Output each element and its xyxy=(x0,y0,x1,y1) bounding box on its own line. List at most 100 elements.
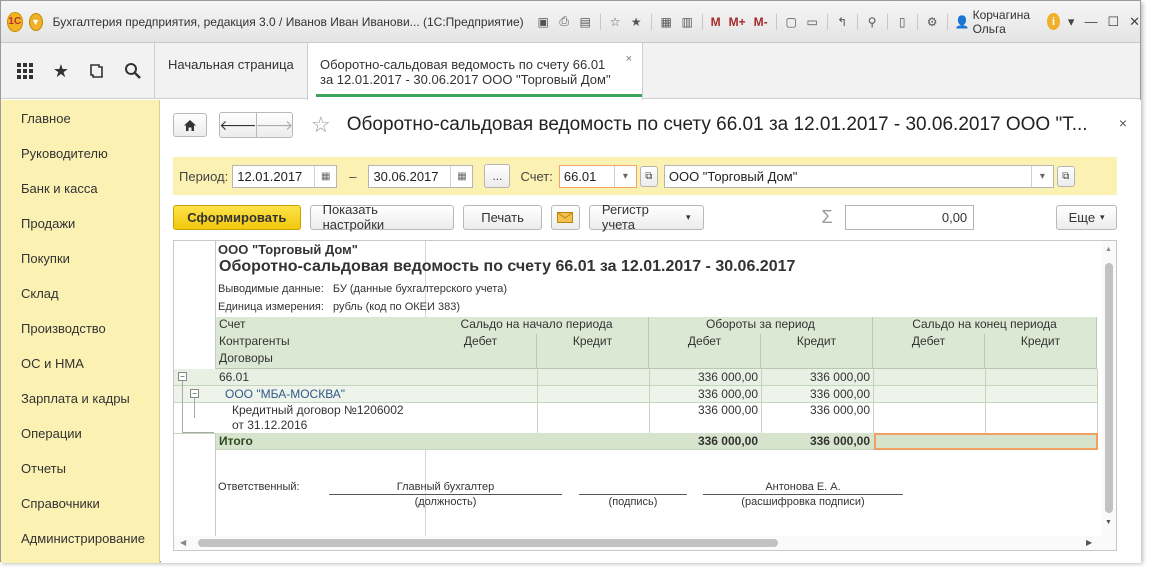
nav-item-warehouse[interactable]: Склад xyxy=(1,276,159,311)
nav-item-salary[interactable]: Зарплата и кадры xyxy=(1,381,159,416)
forward-arrow-icon[interactable]: 🡒 xyxy=(256,113,292,137)
memory-minus-button[interactable]: M- xyxy=(751,12,771,31)
calendar-icon[interactable]: ▥ xyxy=(678,12,697,31)
table-row[interactable] xyxy=(174,369,1097,386)
main-menu-icon[interactable]: ▼ xyxy=(28,12,43,31)
calendar-icon[interactable]: ▦ xyxy=(314,165,336,187)
dropdown-icon[interactable]: ▾ xyxy=(1068,14,1075,30)
new-window-icon[interactable]: ▢ xyxy=(782,12,801,31)
total-turn-credit: 336 000,00 xyxy=(809,434,870,448)
search-icon[interactable] xyxy=(123,61,143,81)
home-button[interactable] xyxy=(173,113,207,137)
calculator-icon[interactable]: ▦ xyxy=(657,12,676,31)
account-field[interactable]: 66.01 ▾ xyxy=(558,164,637,188)
report-org: ООО "Торговый Дом" xyxy=(218,242,358,257)
sections-grid-icon[interactable] xyxy=(15,61,35,81)
selected-cell[interactable] xyxy=(874,433,1098,450)
collapse-toggle-icon[interactable]: − xyxy=(178,372,187,381)
period-to-field[interactable]: 30.06.2017 ▦ xyxy=(368,164,474,188)
total-turn-debit: 336 000,00 xyxy=(697,434,758,448)
dropdown-icon[interactable]: ▾ xyxy=(613,165,636,187)
back-arrow-icon[interactable]: ↰ xyxy=(833,12,852,31)
nav-item-administration[interactable]: Администрирование xyxy=(1,521,159,556)
nav-item-sales[interactable]: Продажи xyxy=(1,206,159,241)
vertical-scrollbar[interactable]: ▲ ▼ xyxy=(1102,241,1116,550)
favorites-add-icon[interactable]: ☆ xyxy=(606,12,625,31)
report-spreadsheet[interactable]: ООО "Торговый Дом" Оборотно-сальдовая ве… xyxy=(173,240,1117,551)
scroll-left-icon[interactable]: ◀ xyxy=(180,538,186,547)
current-user[interactable]: 👤 Корчагина Ольга xyxy=(955,8,1039,36)
memory-m-button[interactable]: M xyxy=(708,12,724,31)
nav-item-management[interactable]: Руководителю xyxy=(1,136,159,171)
back-arrow-icon[interactable]: 🡐 xyxy=(220,113,257,137)
preview-icon[interactable]: ▤ xyxy=(576,12,595,31)
print-button[interactable]: Печать xyxy=(463,204,542,230)
person-value: Антонова Е. А. xyxy=(765,481,841,493)
dropdown-icon: ▾ xyxy=(685,211,691,222)
save-icon[interactable]: ▣ xyxy=(534,12,553,31)
nav-item-production[interactable]: Производство xyxy=(1,311,159,346)
tab-osv-report[interactable]: Оборотно-сальдовая ведомость по счету 66… xyxy=(307,43,643,100)
collapse-toggle-icon[interactable]: − xyxy=(190,389,199,398)
send-email-button[interactable] xyxy=(550,204,580,230)
horizontal-scroll-thumb[interactable] xyxy=(198,539,778,547)
tab-home[interactable]: Начальная страница xyxy=(156,43,306,99)
dropdown-icon: ▾ xyxy=(1100,211,1105,222)
minimize-icon[interactable]: — xyxy=(1084,14,1097,29)
person-caption: (расшифровка подписи) xyxy=(741,496,865,508)
dropdown-icon[interactable]: ▾ xyxy=(1030,165,1053,187)
header-close-credit: Кредит xyxy=(985,334,1097,369)
header-close-debit: Дебет xyxy=(873,334,985,369)
period-bar: Период: 12.01.2017 ▦ – 30.06.2017 ▦ ... … xyxy=(173,157,1117,195)
nav-item-purchases[interactable]: Покупки xyxy=(1,241,159,276)
active-tab-underline xyxy=(316,94,642,97)
organization-field[interactable]: ООО "Торговый Дом" ▾ xyxy=(663,164,1054,188)
scroll-up-icon[interactable]: ▲ xyxy=(1105,246,1112,253)
memory-plus-button[interactable]: M+ xyxy=(726,12,749,31)
vertical-scroll-thumb[interactable] xyxy=(1105,263,1113,513)
favorite-star-icon[interactable]: ☆ xyxy=(311,112,331,138)
period-to-value: 30.06.2017 xyxy=(373,168,439,184)
open-account-icon[interactable]: ⧉ xyxy=(639,165,658,187)
nav-item-catalogs[interactable]: Справочники xyxy=(1,486,159,521)
nav-item-bank-cash[interactable]: Банк и касса xyxy=(1,171,159,206)
scroll-down-icon[interactable]: ▼ xyxy=(1105,519,1112,526)
select-period-button[interactable]: ... xyxy=(484,164,511,188)
favorites-icon[interactable]: ★ xyxy=(627,12,646,31)
open-folder-icon[interactable]: ▭ xyxy=(803,12,822,31)
nav-item-operations[interactable]: Операции xyxy=(1,416,159,451)
unit-label: Единица измерения: xyxy=(218,301,324,313)
close-icon[interactable]: ✕ xyxy=(1129,14,1140,30)
generate-button[interactable]: Сформировать xyxy=(173,204,301,230)
period-dash: – xyxy=(349,168,357,184)
history-icon[interactable] xyxy=(87,61,107,81)
report-title: Оборотно-сальдовая ведомость по счету 66… xyxy=(219,258,796,275)
info-icon[interactable]: i xyxy=(1047,13,1060,30)
print-icon[interactable]: ⎙ xyxy=(555,12,574,31)
nav-item-fixed-assets[interactable]: ОС и НМА xyxy=(1,346,159,381)
account-value: 66.01 xyxy=(563,168,597,184)
accounting-register-label: Регистр учета xyxy=(601,202,649,232)
favorites-star-icon[interactable]: ★ xyxy=(51,61,71,81)
period-from-field[interactable]: 12.01.2017 ▦ xyxy=(232,164,338,188)
open-organization-icon[interactable]: ⧉ xyxy=(1056,165,1075,187)
unit-value: рубль (код по ОКЕИ 383) xyxy=(333,301,460,313)
period-label: Период: xyxy=(179,168,229,184)
tab-close-icon[interactable]: × xyxy=(626,52,632,67)
maximize-icon[interactable]: ☐ xyxy=(1107,14,1119,30)
horizontal-scrollbar[interactable]: ◀ ▶ xyxy=(174,536,1116,550)
selected-sum-field[interactable]: 0,00 xyxy=(844,204,975,230)
form-close-icon[interactable]: × xyxy=(1119,115,1127,131)
panels-icon[interactable]: ▯ xyxy=(893,12,912,31)
row-contract-name: Кредитный договор №1206002 xyxy=(232,403,404,417)
section-bar: ★ Начальная страница Оборотно-сальдовая … xyxy=(1,43,1140,100)
more-button[interactable]: Еще ▾ xyxy=(1056,204,1117,230)
tools-icon[interactable]: ⚙ xyxy=(923,12,942,31)
accounting-register-button[interactable]: Регистр учета ▾ xyxy=(588,202,704,232)
nav-item-main[interactable]: Главное xyxy=(1,101,159,136)
calendar-icon[interactable]: ▦ xyxy=(450,165,472,187)
scroll-right-icon[interactable]: ▶ xyxy=(1086,538,1092,547)
search-icon[interactable]: ⚲ xyxy=(863,12,882,31)
nav-item-reports[interactable]: Отчеты xyxy=(1,451,159,486)
show-settings-button[interactable]: Показать настройки xyxy=(309,202,455,232)
